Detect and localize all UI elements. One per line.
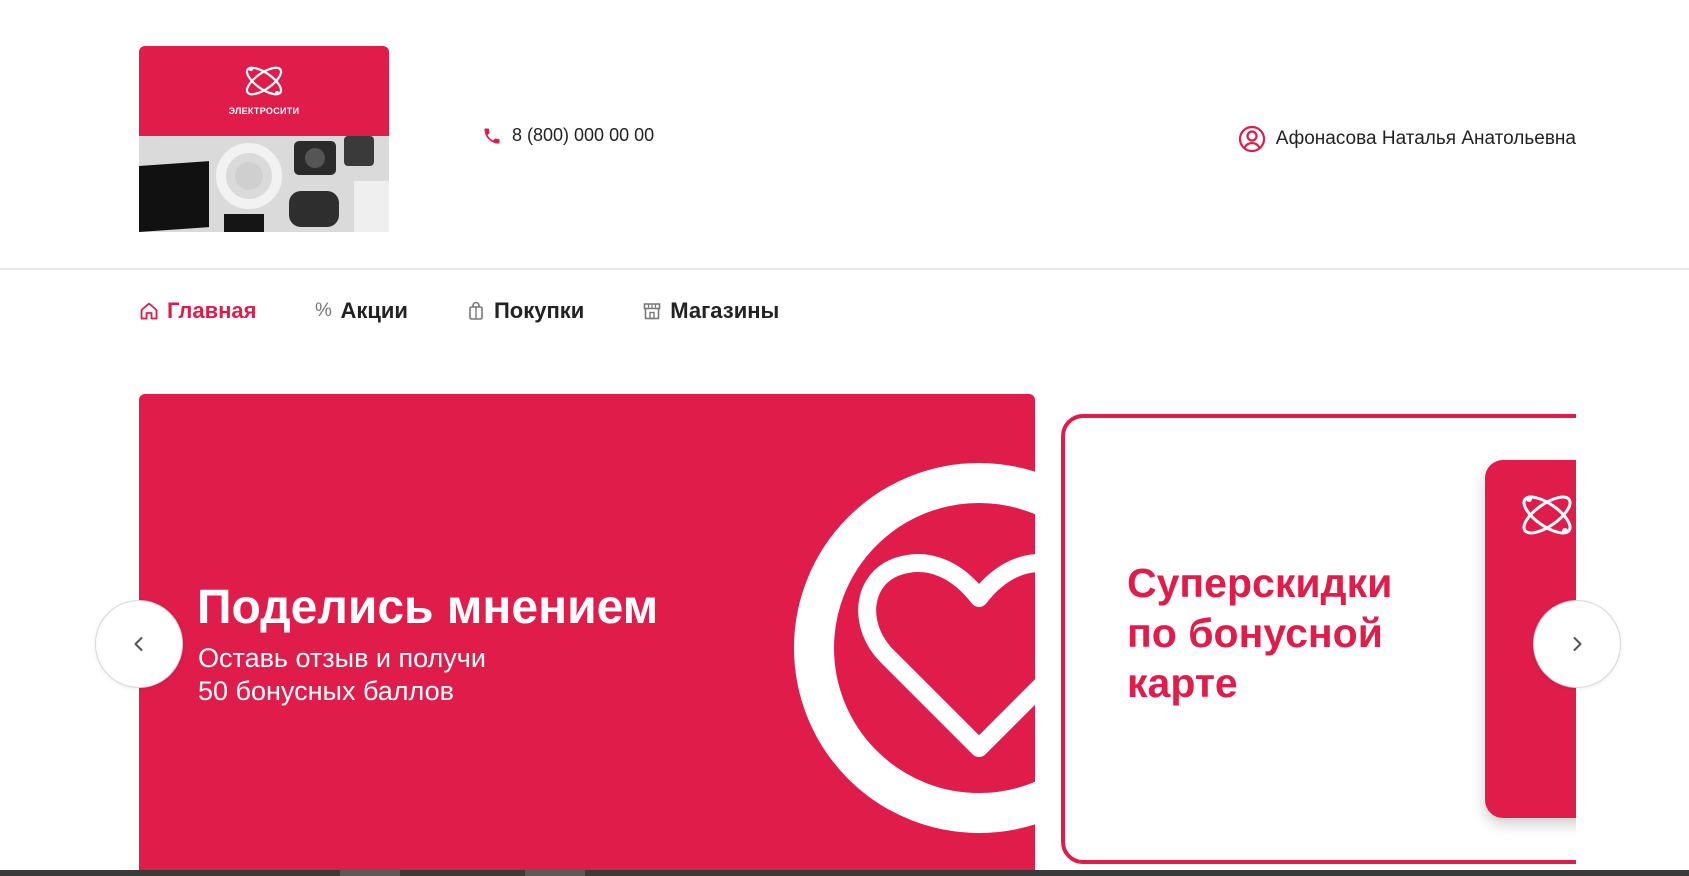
nav-item-purchases[interactable]: Покупки: [466, 298, 584, 324]
user-profile[interactable]: Афонасова Наталья Анатольевна: [1238, 125, 1576, 153]
slide-subtitle-line: Оставь отзыв и получи: [198, 643, 486, 673]
site-header: ЭЛЕКТРОСИТИ 8 (800) 000 00 00 Афонасова …: [0, 0, 1689, 270]
scrollbar-segment: [340, 870, 400, 876]
logo[interactable]: ЭЛЕКТРОСИТИ: [139, 46, 389, 232]
slide-title-line: карте: [1127, 660, 1238, 706]
atom-logo-icon: [245, 66, 283, 96]
carousel-next-button[interactable]: [1533, 600, 1621, 688]
shopping-bag-icon: [469, 301, 483, 320]
phone-number: 8 (800) 000 00 00: [512, 125, 655, 145]
slide-title-line: Суперскидки: [1127, 560, 1393, 606]
slide-title-line: по бонусной: [1127, 610, 1383, 656]
slide-subtitle-line: 50 бонусных баллов: [198, 676, 454, 706]
logo-brand-text: ЭЛЕКТРОСИТИ: [228, 106, 300, 116]
main-nav: Главная % Акции Покупки Магазины: [139, 298, 837, 324]
nav-item-promotions[interactable]: % Акции: [314, 298, 408, 324]
store-icon: [643, 303, 661, 320]
nav-label-promotions: Акции: [340, 298, 408, 323]
bottom-scrollbar: [0, 870, 1689, 876]
contact-phone[interactable]: 8 (800) 000 00 00: [482, 125, 654, 146]
user-name: Афонасова Наталья Анатольевна: [1275, 128, 1576, 149]
home-icon: [140, 302, 158, 320]
carousel-prev-button[interactable]: [95, 600, 183, 688]
slide-title: Поделись мнением: [197, 581, 659, 634]
electronics-photo: [139, 136, 389, 232]
chevron-right-icon: [1573, 637, 1582, 651]
slide-subtitle: Оставь отзыв и получи 50 бонусных баллов: [198, 642, 598, 708]
percent-icon: %: [315, 300, 332, 321]
chevron-left-icon: [134, 637, 143, 651]
scrollbar-segment: [525, 870, 585, 876]
logo-banner: ЭЛЕКТРОСИТИ: [139, 46, 389, 136]
atom-logo-icon: [1522, 495, 1572, 535]
nav-label-stores: Магазины: [670, 298, 780, 323]
user-circle-icon: [1238, 125, 1265, 153]
slide-share-opinion[interactable]: Поделись мнением Оставь отзыв и получи 5…: [139, 394, 1035, 876]
promo-carousel: Поделись мнением Оставь отзыв и получи 5…: [139, 394, 1576, 876]
heart-icon: [794, 463, 1035, 833]
phone-icon: [484, 128, 500, 143]
nav-item-home[interactable]: Главная: [139, 298, 256, 324]
logo-product-photo: [139, 136, 389, 232]
nav-item-stores[interactable]: Магазины: [642, 298, 779, 324]
slide-title: Суперскидки по бонусной карте: [1127, 558, 1447, 708]
slide-bonus-card[interactable]: Суперскидки по бонусной карте: [1061, 414, 1576, 864]
nav-label-home: Главная: [167, 298, 257, 323]
nav-label-purchases: Покупки: [493, 298, 585, 323]
